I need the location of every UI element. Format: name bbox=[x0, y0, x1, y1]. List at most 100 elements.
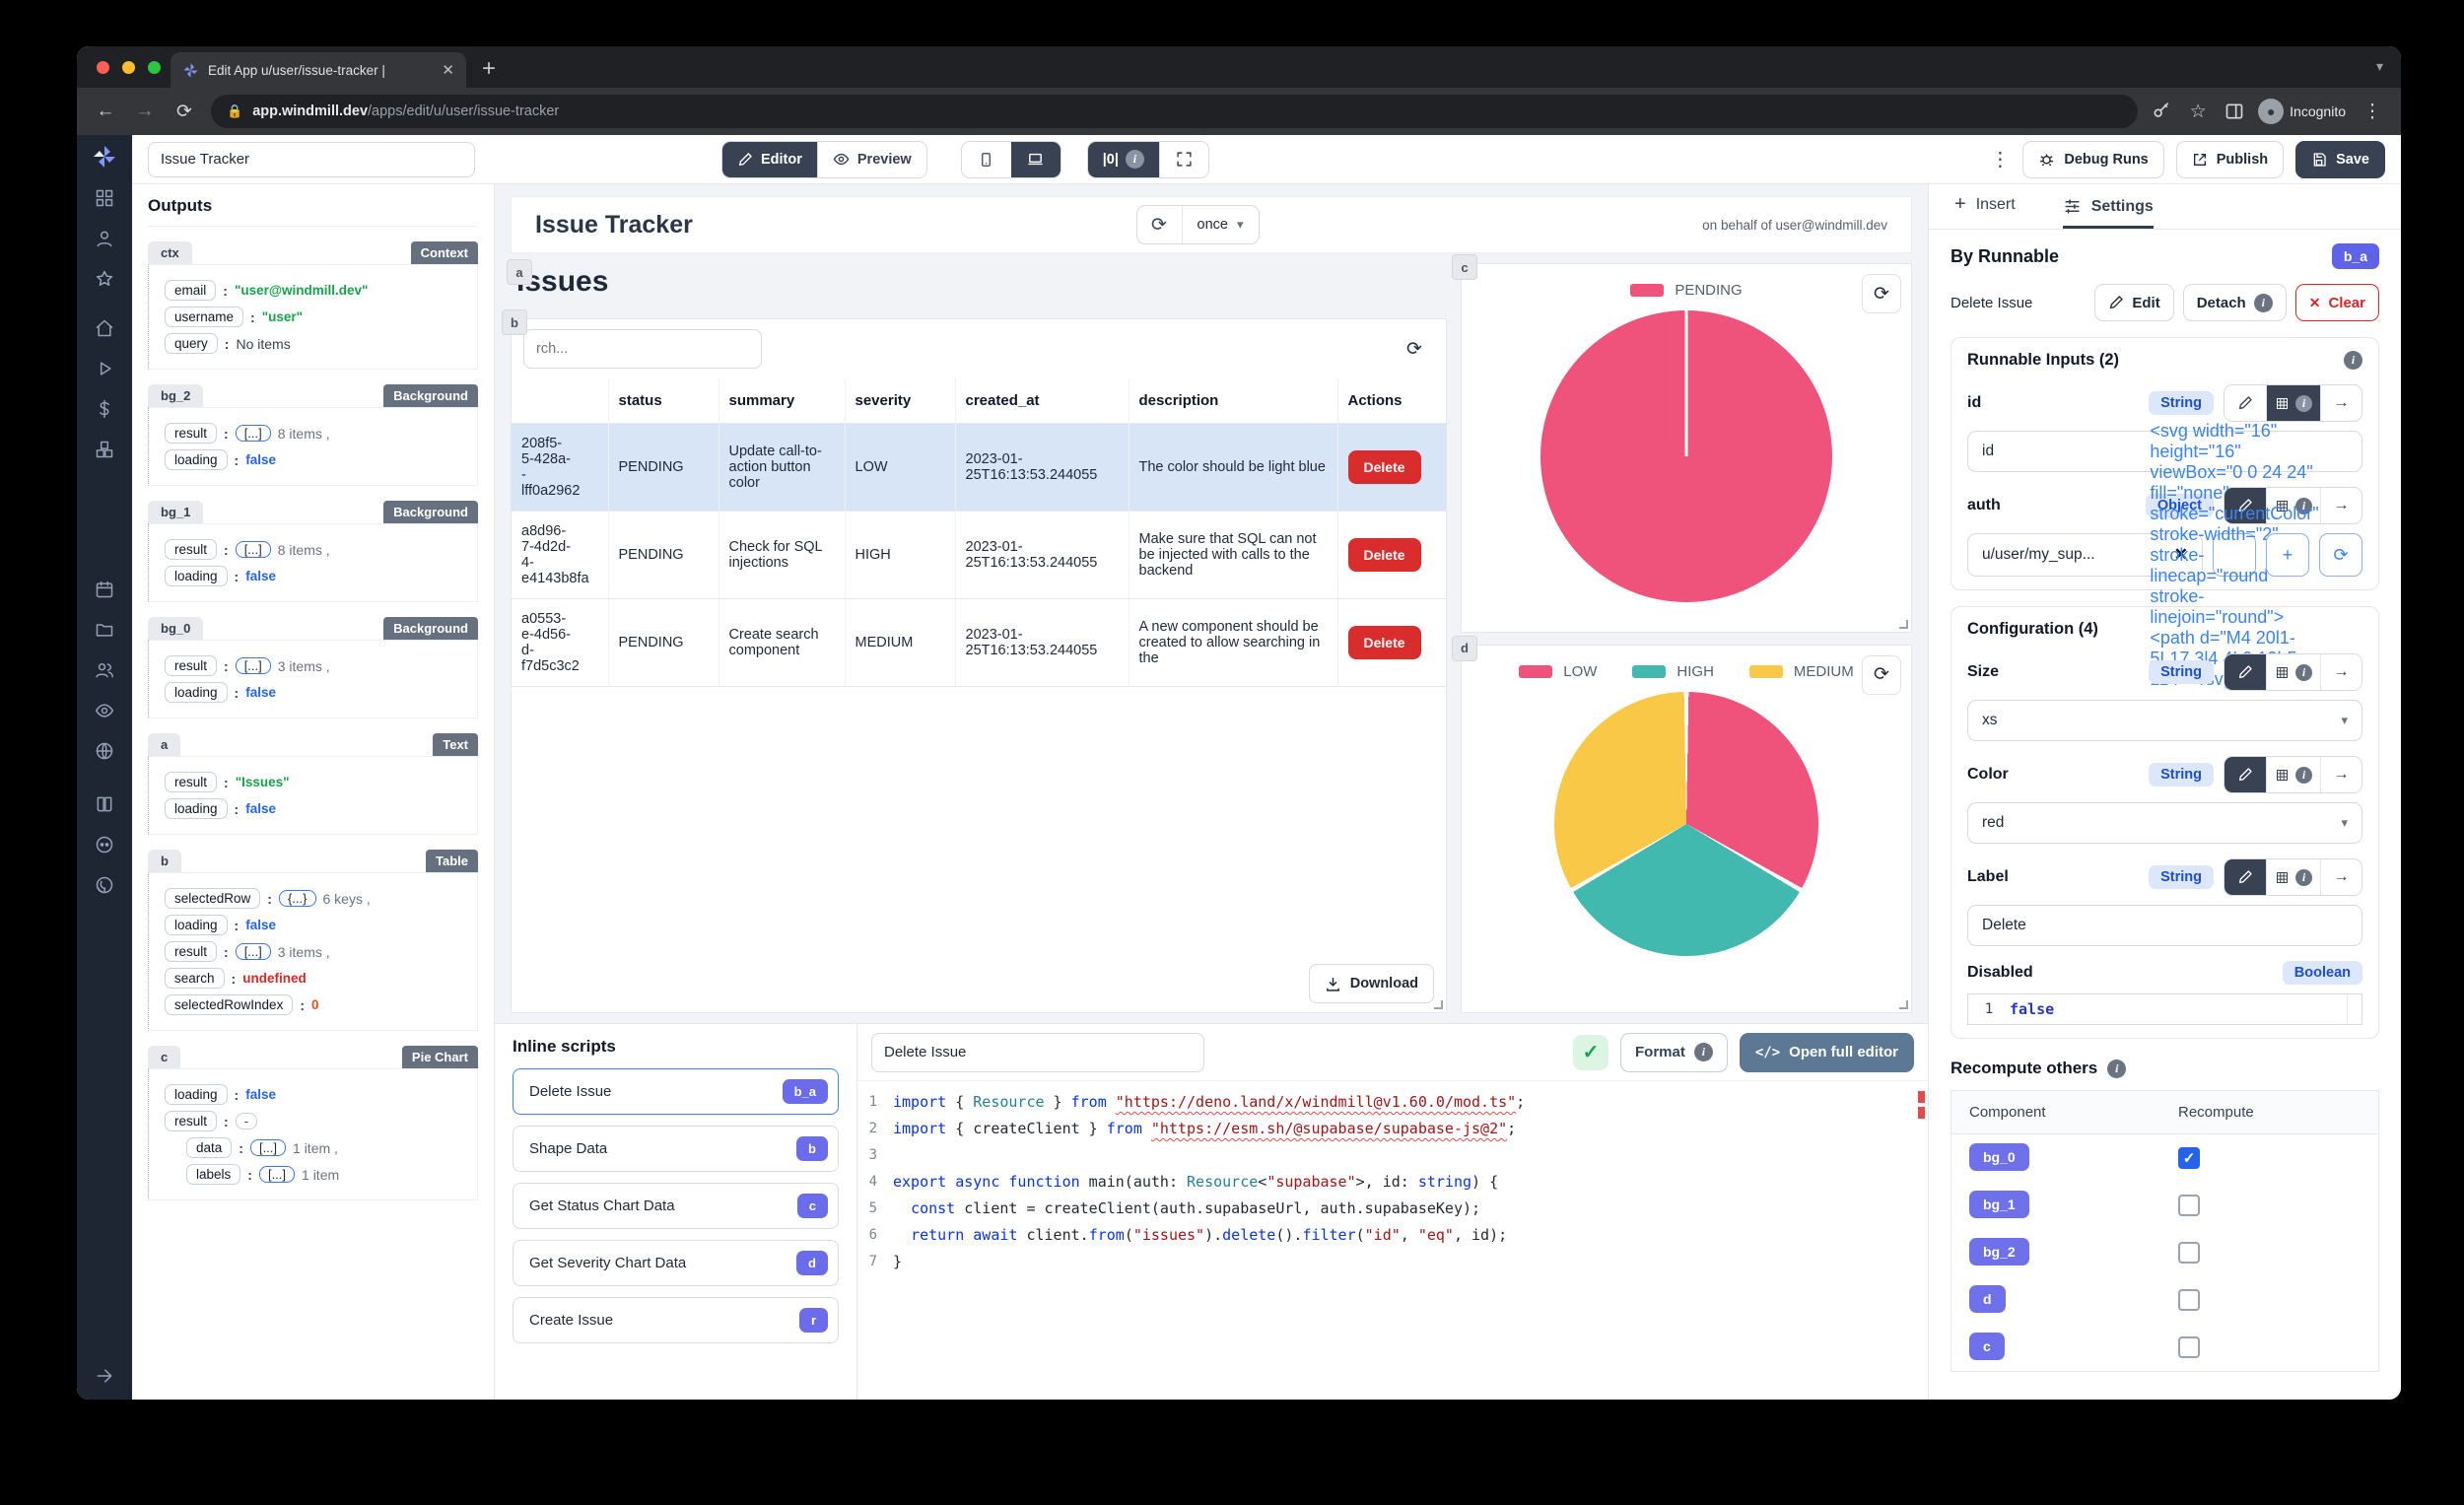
password-key-icon[interactable] bbox=[2152, 102, 2171, 121]
template-mode-button[interactable] bbox=[2224, 757, 2266, 792]
output-key[interactable]: search bbox=[165, 968, 225, 989]
template-mode-button[interactable] bbox=[2224, 385, 2266, 421]
table-row[interactable]: 208f5- 5-428a- - lff0a2962PENDINGUpdate … bbox=[512, 424, 1446, 512]
table-column-header[interactable]: summary bbox=[719, 378, 845, 424]
preview-mode-button[interactable]: Preview bbox=[817, 142, 926, 177]
component-badge[interactable]: bg_0 bbox=[1969, 1143, 2029, 1171]
table-column-header[interactable]: Actions bbox=[1337, 378, 1446, 424]
table-search-input[interactable] bbox=[523, 329, 762, 369]
table-column-header[interactable]: severity bbox=[845, 378, 955, 424]
pencil-resource-button[interactable]: <svg width="16" height="16" viewBox="0 0… bbox=[2213, 533, 2256, 577]
mobile-view-button[interactable] bbox=[962, 142, 1011, 177]
expand-pill[interactable]: [...] bbox=[250, 1139, 286, 1156]
sidebar-item-eye[interactable] bbox=[93, 699, 116, 722]
app-name-input[interactable] bbox=[148, 142, 475, 177]
connect-output-button[interactable]: → bbox=[2320, 654, 2361, 690]
table-column-header[interactable]: description bbox=[1129, 378, 1337, 424]
browser-tab[interactable]: Edit App u/user/issue-tracker | ✕ bbox=[171, 52, 466, 88]
script-name-input[interactable] bbox=[871, 1033, 1204, 1072]
bookmark-star-icon[interactable]: ☆ bbox=[2185, 101, 2211, 123]
browser-menu-icon[interactable]: ⋮ bbox=[2360, 101, 2385, 123]
refresh-app-icon[interactable]: ⟳ bbox=[1137, 206, 1183, 243]
sidebar-item-globe[interactable] bbox=[93, 739, 116, 763]
legend-item[interactable]: PENDING bbox=[1630, 282, 1742, 299]
collapse-arrow-icon[interactable] bbox=[93, 1364, 116, 1388]
static-mode-button[interactable]: i bbox=[2266, 654, 2320, 690]
open-full-editor-button[interactable]: </> Open full editor bbox=[1740, 1033, 1914, 1072]
table-row[interactable]: a8d96- 7-4d2d- 4- e4143b8faPENDINGCheck … bbox=[512, 512, 1446, 599]
connect-output-button[interactable]: → bbox=[2320, 757, 2361, 792]
save-button[interactable]: Save bbox=[2295, 141, 2385, 178]
static-mode-button[interactable]: i bbox=[2266, 385, 2320, 421]
detach-button[interactable]: Detach i bbox=[2183, 284, 2287, 321]
tab-settings[interactable]: Settings bbox=[2063, 197, 2154, 229]
expand-pill[interactable]: [...] bbox=[236, 657, 271, 674]
sidebar-item-users[interactable] bbox=[93, 658, 116, 682]
output-key[interactable]: result bbox=[165, 941, 217, 962]
field-select[interactable]: xs▾ bbox=[1967, 700, 2362, 741]
expand-pill[interactable]: - bbox=[236, 1113, 257, 1129]
template-mode-button[interactable] bbox=[2224, 859, 2266, 895]
publish-button[interactable]: Publish bbox=[2176, 141, 2284, 178]
delete-row-button[interactable]: Delete bbox=[1348, 626, 1421, 659]
close-window-button[interactable] bbox=[97, 61, 109, 74]
recompute-checkbox[interactable] bbox=[2178, 1195, 2200, 1216]
output-key[interactable]: loading bbox=[165, 682, 228, 703]
output-key[interactable]: labels bbox=[186, 1164, 240, 1185]
sidebar-item-home[interactable] bbox=[93, 316, 116, 340]
recompute-checkbox[interactable]: ✓ bbox=[2178, 1147, 2200, 1169]
inline-script-item[interactable]: Create Issuer bbox=[513, 1297, 839, 1343]
new-tab-button[interactable]: + bbox=[482, 55, 496, 83]
output-key[interactable]: loading bbox=[165, 798, 228, 819]
format-button[interactable]: Format i bbox=[1620, 1033, 1728, 1072]
output-section-key[interactable]: bg_1 bbox=[148, 501, 203, 523]
fullscreen-button[interactable] bbox=[1159, 142, 1208, 177]
connect-output-button[interactable]: → bbox=[2320, 488, 2361, 523]
pie-chart-component-d[interactable]: d⟳LOWHIGHMEDIUM bbox=[1461, 645, 1912, 1014]
table-column-header[interactable]: created_at bbox=[955, 378, 1129, 424]
delete-row-button[interactable]: Delete bbox=[1348, 450, 1421, 484]
output-key[interactable]: loading bbox=[165, 566, 228, 586]
sidebar-item-blocks[interactable] bbox=[93, 438, 116, 461]
sidebar-item-github[interactable] bbox=[93, 873, 116, 897]
output-key[interactable]: email bbox=[165, 280, 216, 301]
debug-runs-button[interactable]: Debug Runs bbox=[2022, 141, 2163, 178]
output-key[interactable]: result bbox=[165, 423, 217, 444]
sidebar-item-book[interactable] bbox=[93, 792, 116, 816]
output-key[interactable]: result bbox=[165, 539, 217, 560]
table-column-header[interactable] bbox=[512, 378, 608, 424]
back-icon[interactable]: ← bbox=[93, 101, 118, 122]
legend-item[interactable]: HIGH bbox=[1632, 663, 1714, 680]
output-section-key[interactable]: b bbox=[148, 850, 181, 872]
sidebar-item-folder[interactable] bbox=[93, 618, 116, 642]
expand-pill[interactable]: [...] bbox=[236, 943, 271, 960]
table-row[interactable]: a0553- e-4d56- d- f7d5c3c2PENDINGCreate … bbox=[512, 599, 1446, 687]
reload-icon[interactable]: ⟳ bbox=[171, 101, 197, 123]
refresh-mode-select[interactable]: once▾ bbox=[1183, 206, 1259, 243]
tab-search-chevron-icon[interactable]: ▾ bbox=[2376, 58, 2383, 75]
table-column-header[interactable]: status bbox=[608, 378, 719, 424]
component-badge[interactable]: c bbox=[1969, 1333, 2005, 1360]
component-badge[interactable]: bg_2 bbox=[1969, 1238, 2029, 1266]
desktop-view-button[interactable] bbox=[1011, 142, 1061, 177]
tab-insert[interactable]: +Insert bbox=[1954, 193, 2016, 229]
table-component[interactable]: b ⟳ statussummaryseveritycreated_atd bbox=[511, 318, 1447, 1013]
output-key[interactable]: selectedRow bbox=[165, 888, 260, 909]
legend-item[interactable]: LOW bbox=[1519, 663, 1597, 680]
expand-pill[interactable]: [...] bbox=[236, 541, 271, 558]
output-key[interactable]: data bbox=[186, 1137, 232, 1158]
forward-icon[interactable]: → bbox=[132, 101, 158, 122]
window-controls[interactable] bbox=[97, 61, 161, 74]
output-key[interactable]: result bbox=[165, 772, 217, 792]
output-section-key[interactable]: ctx bbox=[148, 241, 192, 264]
side-panel-icon[interactable] bbox=[2224, 102, 2244, 121]
output-section-key[interactable]: bg_2 bbox=[148, 384, 203, 407]
output-key[interactable]: loading bbox=[165, 449, 228, 470]
output-key[interactable]: result bbox=[165, 1111, 217, 1131]
table-refresh-icon[interactable]: ⟳ bbox=[1395, 329, 1434, 369]
pie-chart-component-c[interactable]: c⟳PENDING bbox=[1461, 263, 1912, 633]
profile-chip[interactable]: ● Incognito bbox=[2258, 99, 2346, 124]
inline-script-item[interactable]: Get Status Chart Datac bbox=[513, 1183, 839, 1229]
more-menu-icon[interactable]: ⋮ bbox=[1990, 147, 2011, 171]
maximize-window-button[interactable] bbox=[148, 61, 161, 74]
